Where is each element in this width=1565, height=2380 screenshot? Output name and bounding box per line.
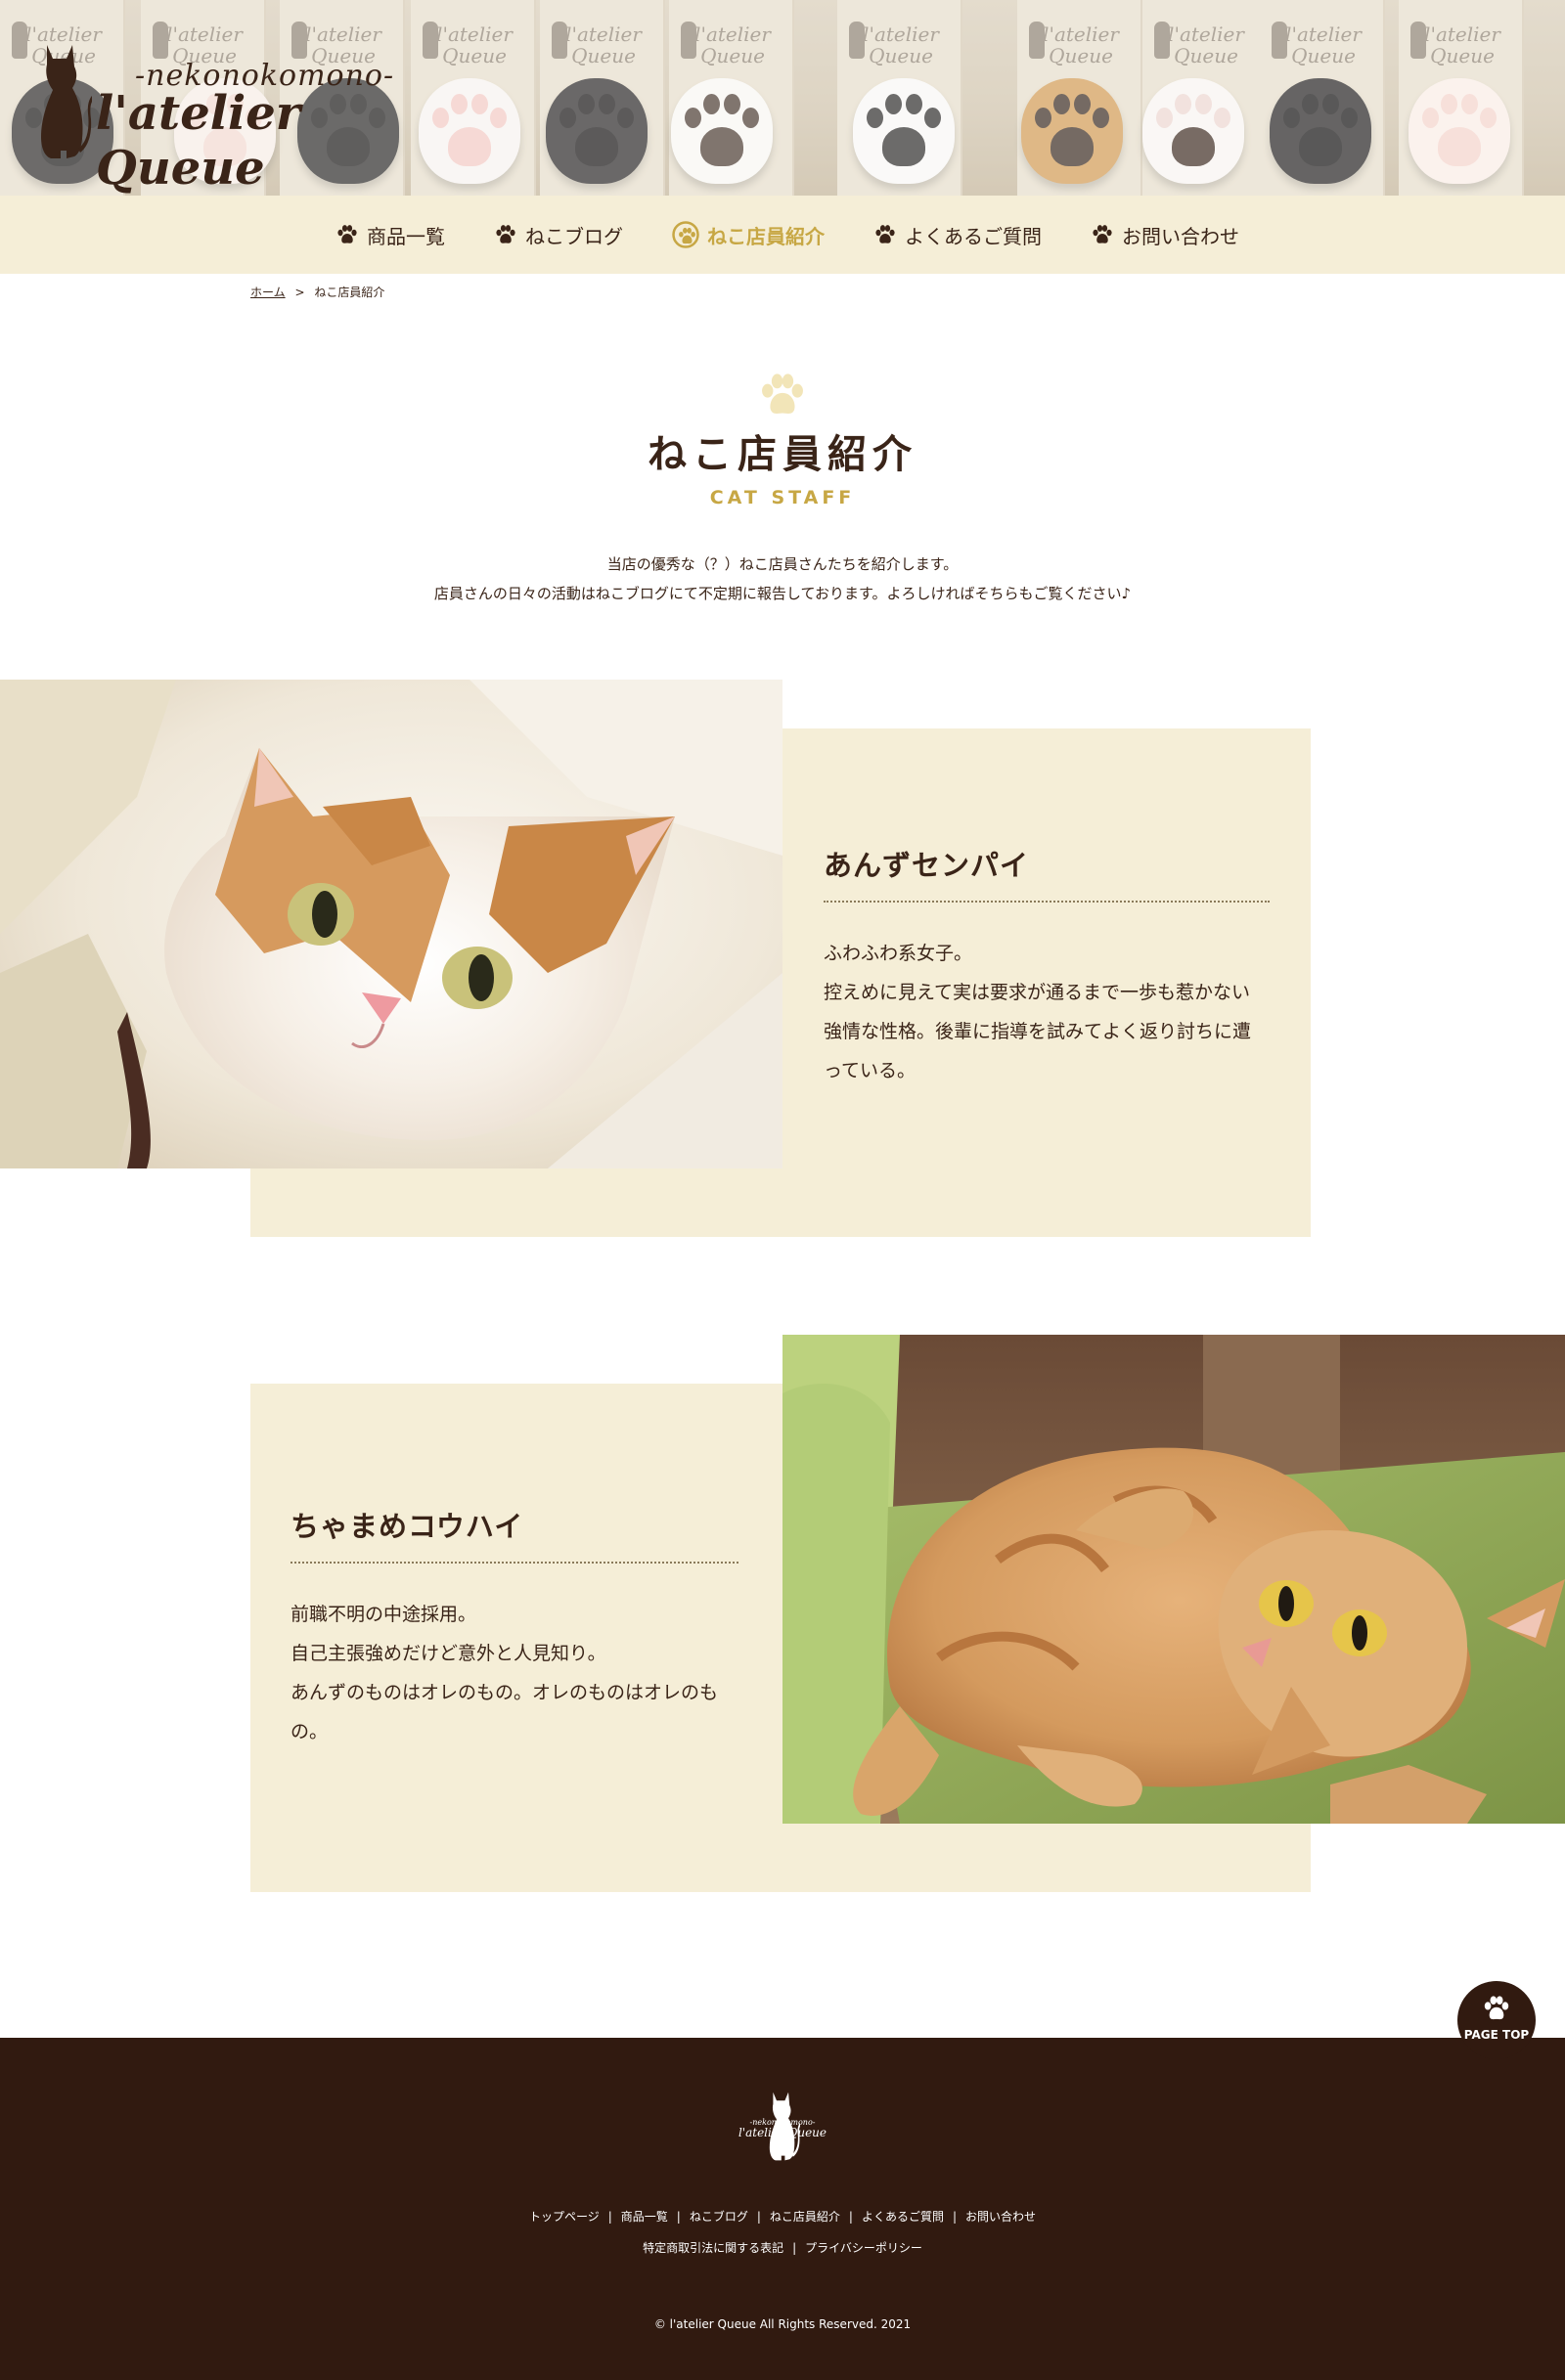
- nav-item-blog[interactable]: ねこブログ: [494, 221, 623, 249]
- cat-logo-icon: [33, 41, 92, 160]
- paw-icon: [335, 224, 359, 245]
- nav-item-label: よくあるご質問: [905, 224, 1042, 248]
- logo-title: l'atelier Queue: [96, 86, 301, 196]
- paw-icon: [1481, 1995, 1512, 2022]
- footer-link-tokushoho[interactable]: 特定商取引法に関する表記: [643, 2239, 783, 2256]
- nav-item-label: お問い合わせ: [1122, 224, 1239, 248]
- breadcrumb-home-link[interactable]: ホーム: [250, 286, 286, 299]
- paw-icon: [1091, 224, 1114, 245]
- intro-line: 店員さんの日々の活動はねこブログにて不定期に報告しております。よろしければそちら…: [433, 585, 1132, 602]
- nav-item-label: 商品一覧: [367, 224, 445, 248]
- paw-icon: [873, 224, 897, 245]
- footer-separator: |: [792, 2240, 797, 2255]
- footer-separator: |: [756, 2209, 761, 2224]
- nav-item-cat-staff[interactable]: ねこ店員紹介: [672, 221, 825, 249]
- staff-name: あんずセンパイ: [824, 849, 1030, 882]
- footer-link-privacy[interactable]: プライバシーポリシー: [805, 2239, 922, 2256]
- footer-link-contact[interactable]: お問い合わせ: [965, 2208, 1036, 2225]
- copyright: © l'atelier Queue All Rights Reserved. 2…: [653, 2317, 912, 2331]
- cat-photo: [0, 680, 782, 1168]
- description-line: あんずのものはオレのもの。オレのものはオレのも: [291, 1682, 719, 1703]
- site-logo[interactable]: -nekonokomono- l'atelier Queue: [33, 35, 444, 196]
- divider: [291, 1562, 738, 1564]
- intro-line: 当店の優秀な（？）ねこ店員さんたちを紹介します。: [606, 555, 959, 573]
- staff-description: ふわふわ系女子。 控えめに見えて実は要求が通るまで一歩も惹かない 強情な性格。後…: [824, 934, 1283, 1090]
- nav-item-faq[interactable]: よくあるご質問: [873, 221, 1042, 249]
- description-line: 強情な性格。後輩に指導を試みてよく返り討ちに遭: [824, 1021, 1252, 1042]
- footer-links-legal: 特定商取引法に関する表記 | プライバシーポリシー: [0, 2239, 1565, 2256]
- nav-item-contact[interactable]: お問い合わせ: [1091, 221, 1239, 249]
- page-title: ねこ店員紹介: [648, 432, 917, 477]
- footer-link-top[interactable]: トップページ: [529, 2208, 600, 2225]
- page-top-label: PAGE TOP: [1463, 2028, 1530, 2042]
- footer-separator: |: [848, 2209, 853, 2224]
- breadcrumb: ホーム > ねこ店員紹介: [250, 284, 384, 300]
- staff-name: ちゃまめコウハイ: [291, 1510, 524, 1543]
- footer-separator: |: [607, 2209, 612, 2224]
- page-subtitle: CAT STAFF: [709, 487, 856, 508]
- footer-link-cat-staff[interactable]: ねこ店員紹介: [770, 2208, 840, 2225]
- description-line: っている。: [824, 1060, 917, 1081]
- description-line: 前職不明の中途採用。: [291, 1604, 477, 1625]
- footer-separator: |: [676, 2209, 681, 2224]
- page-top-button[interactable]: PAGE TOP: [1457, 1981, 1536, 2059]
- footer-links: トップページ | 商品一覧 | ねこブログ | ねこ店員紹介 | よくあるご質問…: [0, 2208, 1565, 2225]
- breadcrumb-separator: >: [294, 286, 305, 299]
- nav-item-label: ねこブログ: [525, 224, 623, 248]
- nav-item-products[interactable]: 商品一覧: [335, 221, 445, 249]
- header-banner: l'atelier Queue l'atelier Queue l'atelie…: [0, 0, 1565, 196]
- paw-icon: [753, 372, 812, 419]
- global-nav: 商品一覧 ねこブログ ねこ店員紹介 よくあるご質問 お問い合わせ: [0, 196, 1565, 274]
- footer-separator: |: [952, 2209, 958, 2224]
- nav-item-label: ねこ店員紹介: [707, 224, 825, 248]
- footer-link-products[interactable]: 商品一覧: [621, 2208, 668, 2225]
- intro-text: 当店の優秀な（？）ねこ店員さんたちを紹介します。 店員さんの日々の活動はねこブロ…: [0, 550, 1565, 608]
- description-line: ふわふわ系女子。: [824, 943, 973, 964]
- breadcrumb-current: ねこ店員紹介: [314, 286, 385, 299]
- footer-logo-title: l'atelier Queue: [738, 2126, 827, 2139]
- description-line: 控えめに見えて実は要求が通るまで一歩も惹かない: [824, 982, 1251, 1003]
- description-line: の。: [291, 1721, 329, 1742]
- paw-icon: [494, 224, 517, 245]
- cat-photo: [782, 1335, 1565, 1824]
- description-line: 自己主張強めだけど意外と人見知り。: [291, 1643, 606, 1664]
- staff-description: 前職不明の中途採用。 自己主張強めだけど意外と人見知り。 あんずのものはオレのも…: [291, 1595, 748, 1751]
- footer-link-blog[interactable]: ねこブログ: [690, 2208, 748, 2225]
- divider: [824, 901, 1270, 903]
- footer-link-faq[interactable]: よくあるご質問: [862, 2208, 944, 2225]
- paw-circle-icon: [672, 221, 699, 248]
